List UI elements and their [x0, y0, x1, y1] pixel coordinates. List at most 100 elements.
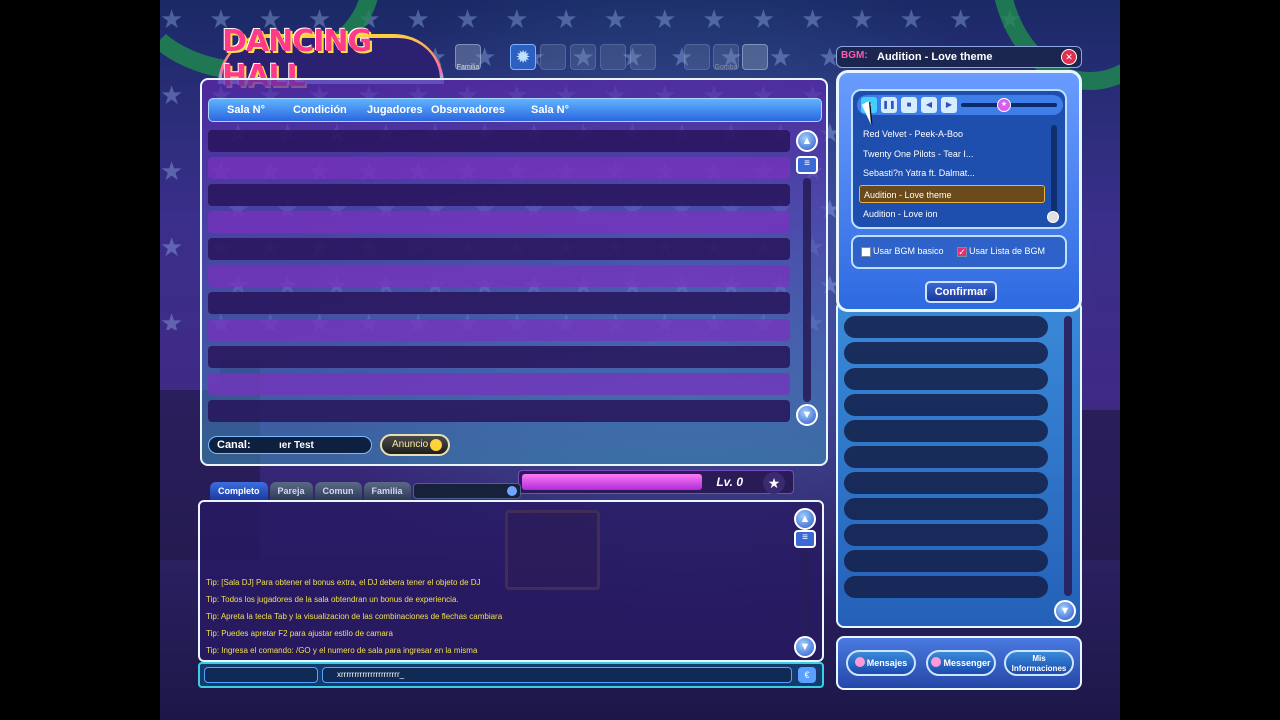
track-item[interactable]: Audition - Love ion	[859, 205, 1045, 223]
stop-icon[interactable]: ■	[901, 97, 917, 113]
user-row[interactable]	[844, 524, 1048, 546]
tab-pareja[interactable]: Pareja	[269, 482, 313, 500]
column-sala[interactable]: Sala N°	[227, 104, 265, 116]
user-scrollbar[interactable]	[1064, 316, 1072, 596]
shop-icon[interactable]	[540, 44, 566, 70]
user-row[interactable]	[844, 394, 1048, 416]
room-row[interactable]	[208, 346, 790, 368]
familia-icon[interactable]: Familia	[455, 44, 481, 71]
gomba-icon-label: Gomba	[714, 64, 738, 71]
volume-knob[interactable]: ★	[997, 98, 1011, 112]
music-icon[interactable]	[600, 44, 626, 70]
messenger-button[interactable]: Messenger	[926, 650, 996, 676]
room-row[interactable]	[208, 373, 790, 395]
pause-icon[interactable]: ❚❚	[881, 97, 897, 113]
bgm-tag: BGM:	[841, 50, 868, 61]
track-scroll-knob[interactable]	[1047, 211, 1059, 223]
anuncio-button[interactable]: Anuncio	[380, 434, 450, 456]
info-line2: Informaciones	[1011, 664, 1067, 673]
basic-bgm-checkbox[interactable]	[861, 247, 871, 257]
column-sala-2[interactable]: Sala N°	[531, 104, 569, 116]
column-jugadores[interactable]: Jugadores	[367, 104, 423, 116]
tab-completo[interactable]: Completo	[210, 482, 268, 500]
user-row[interactable]	[844, 498, 1048, 520]
close-icon[interactable]: ✕	[1061, 49, 1077, 65]
user-row[interactable]	[844, 472, 1048, 494]
mail-icon	[854, 657, 865, 667]
user-row[interactable]	[844, 550, 1048, 572]
chat-message: Tip: Puedes apretar F2 para ajustar esti…	[206, 629, 393, 638]
room-scrollbar[interactable]	[803, 178, 811, 402]
room-row[interactable]	[208, 157, 790, 179]
gear-icon[interactable]: ✹	[510, 44, 536, 70]
chat-message: Tip: Ingresa el comando: /GO y el numero…	[206, 646, 478, 655]
previous-icon[interactable]: ◀	[921, 97, 937, 113]
volume-slider[interactable]: ★	[961, 98, 1057, 112]
track-item[interactable]: Twenty One Pilots - Tear I...	[859, 145, 1045, 163]
speaker-icon	[430, 439, 442, 451]
room-row[interactable]	[208, 130, 790, 152]
room-row[interactable]	[208, 319, 790, 341]
letterbox-left	[0, 0, 160, 720]
chat-scrollbar[interactable]	[801, 550, 809, 636]
chat-input-bar: xrrrrrrrrrrrrrrrrrrrrrr_ €	[198, 662, 824, 688]
dancing-hall-logo: DANCING HALL	[218, 24, 444, 94]
letterbox-right	[1120, 0, 1280, 720]
chat-filter-input[interactable]	[412, 483, 521, 499]
chat-input[interactable]: xrrrrrrrrrrrrrrrrrrrrrr_	[322, 667, 792, 683]
gomba-icon[interactable]: Gomba	[713, 44, 739, 71]
scroll-up-button[interactable]: ▲	[796, 130, 818, 152]
mensajes-button[interactable]: Mensajes	[846, 650, 916, 676]
chat-menu-button[interactable]: ≡	[794, 530, 816, 548]
gift-icon[interactable]	[570, 44, 596, 70]
list-menu-button[interactable]: ≡	[796, 156, 818, 174]
chat-scroll-up-button[interactable]: ▲	[794, 508, 816, 530]
room-row[interactable]	[208, 400, 790, 422]
chat-message: Tip: Apreta la tecla Tab y la visualizac…	[206, 612, 503, 621]
filter-icon[interactable]	[506, 486, 517, 496]
track-item[interactable]: Red Velvet - Peek-A-Boo	[859, 125, 1045, 143]
basic-bgm-label: Usar BGM basico	[873, 246, 944, 256]
room-row[interactable]	[208, 211, 790, 233]
track-scrollbar[interactable]	[1051, 125, 1057, 221]
star-icon[interactable]: ★	[763, 472, 785, 494]
settings-icon[interactable]	[742, 44, 768, 70]
track-item[interactable]: Sebasti?n Yatra ft. Dalmat...	[859, 164, 1045, 182]
anuncio-label: Anuncio	[392, 439, 429, 450]
track-item-selected[interactable]: Audition - Love theme	[859, 185, 1045, 203]
room-row[interactable]	[208, 184, 790, 206]
room-row[interactable]	[208, 265, 790, 287]
room-row[interactable]	[208, 238, 790, 260]
bottom-button-panel: Mensajes Messenger Mis Informaciones	[836, 636, 1082, 690]
user-row[interactable]	[844, 316, 1048, 338]
level-bar: Lv. 0 ★	[518, 470, 794, 494]
chat-panel: Tip: [Sala DJ] Para obtener el bonus ext…	[198, 500, 824, 662]
game-window: ★★★★★★★★★★★★★★★★★★ ★★★★★★★★★★★★★★★★★★★★★…	[160, 0, 1120, 720]
user-row[interactable]	[844, 342, 1048, 364]
column-observadores[interactable]: Observadores	[431, 104, 505, 116]
scroll-down-button[interactable]: ▼	[796, 404, 818, 426]
tab-comun[interactable]: Comun	[314, 482, 362, 500]
mis-informaciones-button[interactable]: Mis Informaciones	[1004, 650, 1074, 676]
next-icon[interactable]: ▶	[941, 97, 957, 113]
confirm-button[interactable]: Confirmar	[925, 281, 997, 303]
column-condicion[interactable]: Condición	[293, 104, 347, 116]
bgm-list-checkbox[interactable]: ✓	[957, 247, 967, 257]
player-controls: ▶ ❚❚ ■ ◀ ▶ ★	[857, 95, 1063, 115]
bgm-list-label: Usar Lista de BGM	[969, 246, 1046, 256]
chat-scroll-down-button[interactable]: ▼	[794, 636, 816, 658]
user-row[interactable]	[844, 446, 1048, 468]
user-scroll-down-button[interactable]: ▼	[1054, 600, 1076, 622]
chat-mode-selector[interactable]	[204, 667, 318, 683]
chat-tabs: Completo Pareja Comun Familia	[210, 482, 521, 500]
grid-icon-2[interactable]	[684, 44, 710, 70]
tab-familia[interactable]: Familia	[363, 482, 411, 500]
user-row[interactable]	[844, 576, 1048, 598]
grid-icon[interactable]	[630, 44, 656, 70]
room-row[interactable]	[208, 292, 790, 314]
user-row[interactable]	[844, 368, 1048, 390]
info-line1: Mis	[1032, 654, 1046, 663]
chat-send-button[interactable]: €	[798, 667, 816, 683]
user-row[interactable]	[844, 420, 1048, 442]
messenger-label: Messenger	[943, 658, 991, 668]
